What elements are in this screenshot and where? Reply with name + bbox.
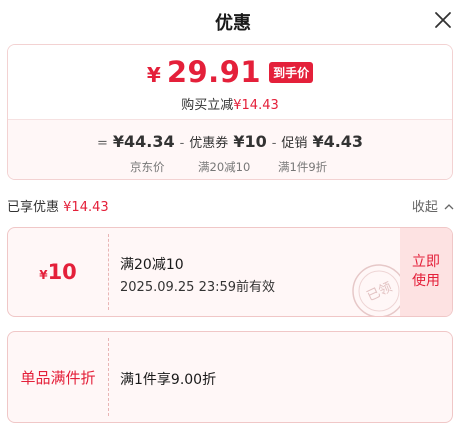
coupon-title: 满20减10 bbox=[120, 257, 184, 273]
minus-sign: - bbox=[179, 136, 185, 151]
use-now-line2: 使用 bbox=[412, 273, 440, 289]
collapse-button[interactable]: 收起 bbox=[412, 196, 454, 215]
coupon-value-area: ¥10 bbox=[8, 228, 108, 316]
minus-sign-2: - bbox=[271, 136, 277, 151]
collapse-label: 收起 bbox=[411, 200, 438, 215]
final-price-row: ¥ 29.91 到手价 bbox=[8, 57, 452, 87]
price-formula: = ¥44.34 - 优惠券 ¥10 - 促销 ¥4.43 bbox=[8, 132, 452, 151]
coupon-card-2: 单品满件折 满1件享9.00折 bbox=[7, 331, 453, 423]
coupon-divider bbox=[108, 234, 109, 310]
discount-amount: ¥14.43 bbox=[233, 98, 279, 113]
promo-amount: ¥4.43 bbox=[312, 132, 364, 151]
enjoyed-label: 已享优惠 bbox=[7, 200, 60, 215]
coupon-caption: 满20减10 bbox=[198, 160, 251, 174]
price-breakdown: = ¥44.34 - 优惠券 ¥10 - 促销 ¥4.43 京东价 满20减10… bbox=[8, 119, 452, 179]
coupon-expiry: 2025.09.25 23:59前有效 bbox=[120, 280, 276, 295]
page-title: 优惠 bbox=[215, 13, 251, 34]
close-icon[interactable] bbox=[433, 10, 453, 30]
coupon-amount-value: 10 bbox=[47, 260, 77, 284]
use-now-label: 立即 使用 bbox=[412, 253, 440, 291]
use-now-line1: 立即 bbox=[412, 254, 440, 270]
jd-price: ¥44.34 bbox=[112, 132, 175, 151]
coupon-divider-2 bbox=[108, 338, 109, 416]
currency-symbol: ¥ bbox=[146, 63, 161, 87]
jd-price-caption: 京东价 bbox=[130, 160, 165, 174]
coupon-currency: ¥ bbox=[39, 268, 48, 282]
promo-caption: 满1件9折 bbox=[278, 160, 328, 174]
price-top: ¥ 29.91 到手价 购买立减¥14.43 bbox=[8, 45, 452, 119]
claimed-stamp-text: 已领 bbox=[364, 279, 394, 304]
final-price-tag: 到手价 bbox=[269, 61, 314, 83]
promo-label: 促销 bbox=[281, 136, 308, 151]
coupon-type-label: 单品满件折 bbox=[20, 368, 96, 387]
enjoyed-discount: 已享优惠 ¥14.43 bbox=[7, 196, 109, 215]
price-summary-card: ¥ 29.91 到手价 购买立减¥14.43 = ¥44.34 - 优惠券 ¥1… bbox=[7, 44, 453, 180]
final-price: 29.91 bbox=[166, 54, 262, 89]
use-now-button[interactable]: 立即 使用 bbox=[400, 228, 452, 316]
coupon-card: ¥10 满20减10 2025.09.25 23:59前有效 已领 立即 使用 bbox=[7, 227, 453, 317]
coupon-value: ¥10 bbox=[39, 260, 77, 284]
discount-line: 购买立减¥14.43 bbox=[8, 94, 452, 113]
header: 优惠 bbox=[0, 0, 466, 42]
discount-prefix: 购买立减 bbox=[181, 98, 234, 113]
equals-sign: = bbox=[96, 136, 108, 151]
enjoyed-amount: ¥14.43 bbox=[63, 200, 109, 215]
coupon-label: 优惠券 bbox=[189, 136, 229, 151]
coupon-title-2: 满1件享9.00折 bbox=[120, 372, 217, 388]
coupon-type-area: 单品满件折 bbox=[8, 332, 108, 422]
chevron-up-icon bbox=[444, 204, 454, 210]
coupon-amount: ¥10 bbox=[233, 132, 267, 151]
